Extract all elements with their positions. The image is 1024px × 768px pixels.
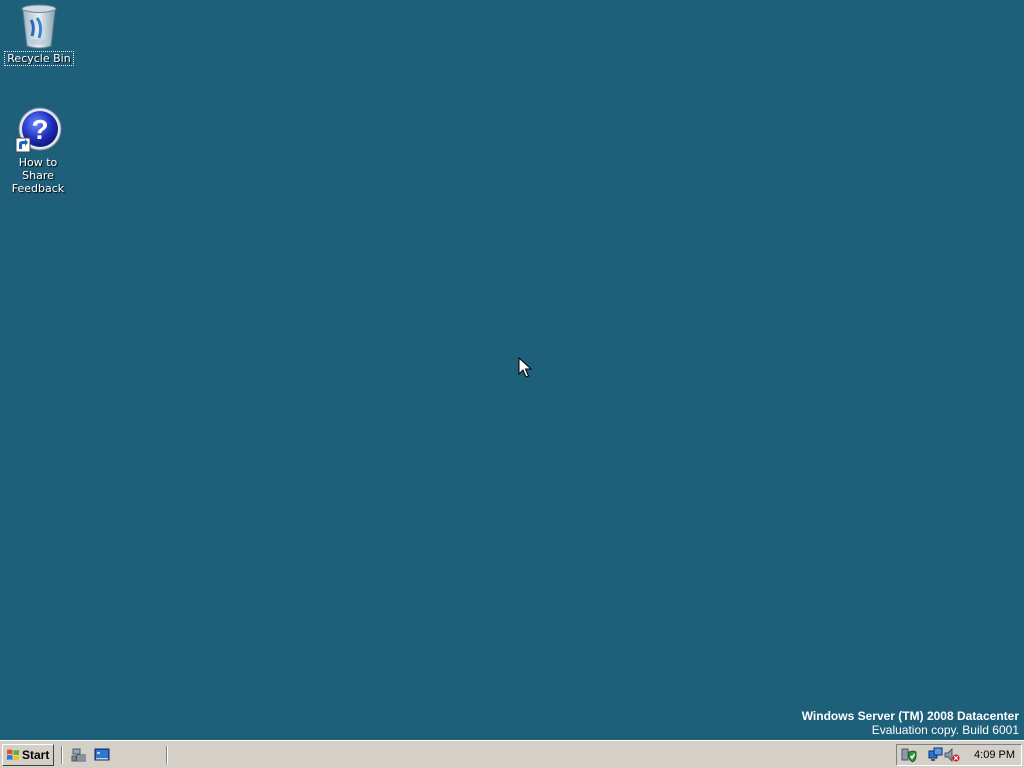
- taskbar: Start 4:09 PM: [0, 740, 1024, 768]
- notification-area: 4:09 PM: [896, 744, 1022, 766]
- server-manager-icon[interactable]: [71, 747, 87, 763]
- help-shortcut-icon: ?: [14, 106, 62, 154]
- svg-text:?: ?: [31, 114, 48, 145]
- taskbar-clock[interactable]: 4:09 PM: [974, 745, 1015, 765]
- mouse-pointer-icon: [518, 357, 532, 378]
- taskbar-separator: [166, 746, 168, 764]
- show-desktop-icon[interactable]: [94, 747, 110, 763]
- desktop-icon-label: How to Share Feedback: [11, 156, 65, 195]
- network-icon[interactable]: [928, 747, 944, 763]
- os-watermark: Windows Server (TM) 2008 Datacenter Eval…: [802, 709, 1019, 737]
- start-label: Start: [22, 748, 50, 762]
- recycle-bin-icon: [15, 2, 63, 50]
- volume-muted-icon[interactable]: [944, 747, 960, 763]
- start-button[interactable]: Start: [2, 744, 54, 766]
- desktop-icon-recycle-bin[interactable]: Recycle Bin: [1, 2, 77, 66]
- desktop[interactable]: Recycle Bin ? How to Share Feedback Wind…: [0, 0, 1024, 740]
- watermark-title: Windows Server (TM) 2008 Datacenter: [801, 709, 1019, 723]
- taskbar-separator: [61, 746, 63, 764]
- watermark-subtitle: Evaluation copy. Build 6001: [871, 723, 1019, 737]
- desktop-icon-how-to-share-feedback[interactable]: ? How to Share Feedback: [0, 106, 76, 195]
- desktop-icon-label: Recycle Bin: [4, 51, 74, 66]
- security-shield-icon[interactable]: [901, 747, 917, 763]
- windows-logo-icon: [7, 749, 19, 761]
